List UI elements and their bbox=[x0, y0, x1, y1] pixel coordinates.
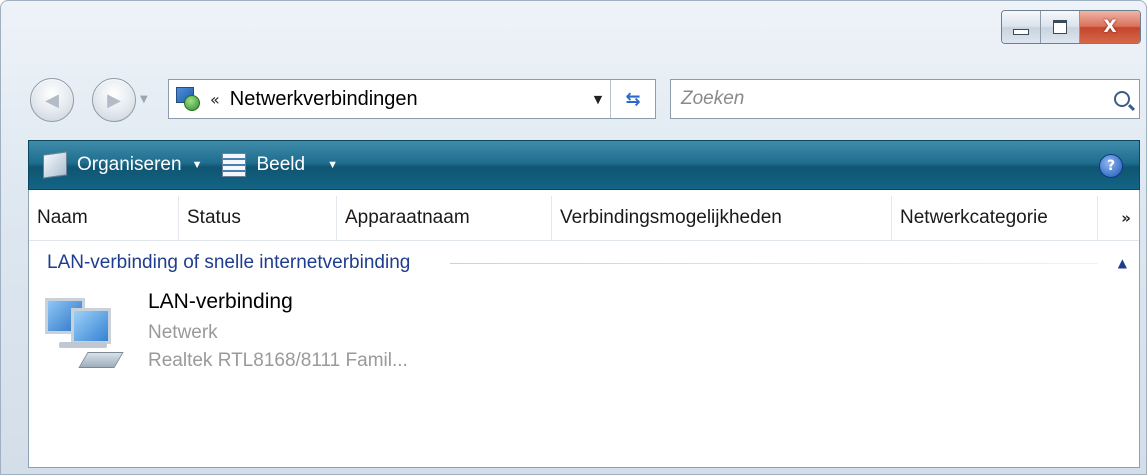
organize-label: Organiseren bbox=[77, 154, 182, 175]
help-icon: ? bbox=[1106, 158, 1116, 174]
column-label: Netwerkcategorie bbox=[900, 207, 1048, 228]
view-dropdown-icon: ▼ bbox=[327, 159, 338, 171]
address-dropdown-icon[interactable]: ▼ bbox=[586, 93, 610, 106]
more-columns-button[interactable]: » bbox=[1121, 196, 1131, 240]
column-header-naam[interactable]: Naam bbox=[29, 196, 179, 240]
refresh-icon: ⇆ bbox=[625, 88, 641, 110]
group-label: LAN-verbinding of snelle internetverbind… bbox=[47, 252, 411, 273]
organize-dropdown-icon: ▼ bbox=[191, 159, 203, 171]
column-header-apparaatnaam[interactable]: Apparaatnaam bbox=[337, 196, 552, 240]
forward-button[interactable]: ▶ bbox=[92, 78, 136, 122]
breadcrumb-overflow-button[interactable]: « bbox=[210, 90, 220, 109]
forward-arrow-icon: ▶ bbox=[107, 89, 121, 111]
view-menu-button[interactable]: Beeld ▼ bbox=[208, 141, 338, 189]
connection-name: LAN-verbinding bbox=[148, 290, 293, 313]
explorer-window: X ◀ ▶ ▼ « Netwerkverbindingen ▼ ⇆ Zoeken… bbox=[0, 0, 1147, 475]
back-arrow-icon: ◀ bbox=[45, 89, 59, 111]
close-button[interactable]: X bbox=[1080, 11, 1140, 43]
column-header-netwerkcategorie[interactable]: Netwerkcategorie bbox=[892, 196, 1098, 240]
search-icon[interactable] bbox=[1105, 91, 1139, 107]
group-header[interactable]: LAN-verbinding of snelle internetverbind… bbox=[47, 248, 1127, 278]
connection-network: Netwerk bbox=[148, 322, 218, 343]
collapse-group-icon[interactable]: ▲ bbox=[1118, 256, 1127, 270]
back-button[interactable]: ◀ bbox=[30, 78, 74, 122]
minimize-icon bbox=[1013, 29, 1029, 35]
organize-icon bbox=[43, 151, 67, 179]
list-item[interactable]: LAN-verbinding Netwerk Realtek RTL8168/8… bbox=[41, 290, 541, 386]
breadcrumb-netwerkverbindingen[interactable]: Netwerkverbindingen bbox=[230, 88, 586, 111]
command-bar: Organiseren ▼ Beeld ▼ ? bbox=[28, 140, 1140, 190]
search-box[interactable]: Zoeken bbox=[670, 79, 1140, 119]
view-icon bbox=[222, 153, 247, 177]
search-input[interactable]: Zoeken bbox=[671, 88, 1105, 110]
maximize-button[interactable] bbox=[1041, 11, 1080, 43]
recent-pages-dropdown[interactable]: ▼ bbox=[140, 94, 148, 105]
view-label: Beeld bbox=[256, 154, 306, 175]
connection-device: Realtek RTL8168/8111 Famil... bbox=[148, 350, 408, 371]
network-connection-icon bbox=[41, 290, 131, 380]
column-label: Apparaatnaam bbox=[345, 207, 470, 228]
maximize-icon bbox=[1053, 20, 1067, 34]
refresh-button[interactable]: ⇆ bbox=[610, 80, 655, 118]
organize-menu-button[interactable]: Organiseren ▼ bbox=[29, 141, 202, 189]
column-label: Status bbox=[187, 207, 241, 228]
network-folder-icon bbox=[174, 87, 200, 111]
address-bar[interactable]: « Netwerkverbindingen ▼ ⇆ bbox=[168, 79, 656, 119]
caption-buttons: X bbox=[1001, 10, 1141, 44]
column-header-status[interactable]: Status bbox=[179, 196, 337, 240]
group-divider bbox=[450, 262, 1098, 264]
minimize-button[interactable] bbox=[1002, 11, 1041, 43]
column-header-verbindingsmogelijkheden[interactable]: Verbindingsmogelijkheden bbox=[552, 196, 892, 240]
help-button[interactable]: ? bbox=[1099, 154, 1123, 178]
file-list-pane: Naam Status Apparaatnaam Verbindingsmoge… bbox=[28, 190, 1140, 468]
close-icon: X bbox=[1103, 17, 1117, 37]
column-label: Verbindingsmogelijkheden bbox=[560, 207, 782, 228]
column-label: Naam bbox=[37, 207, 88, 228]
column-headers: Naam Status Apparaatnaam Verbindingsmoge… bbox=[29, 196, 1139, 241]
